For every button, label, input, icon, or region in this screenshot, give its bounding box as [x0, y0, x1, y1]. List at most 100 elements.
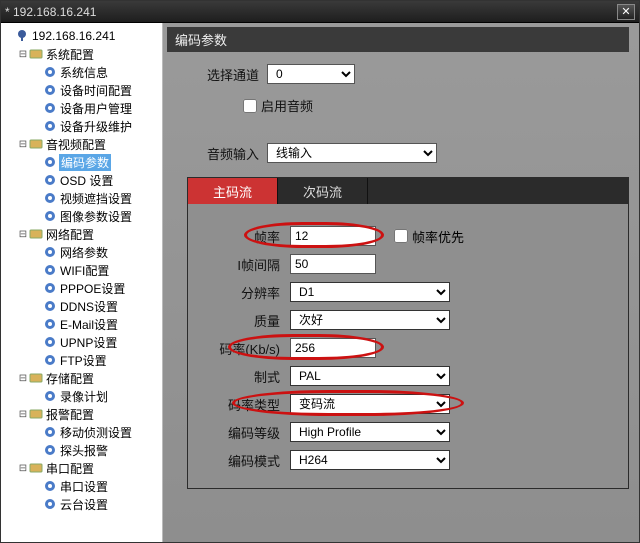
tree-label: 设备用户管理 — [59, 100, 133, 117]
twisty-icon: ⊟ — [17, 49, 29, 60]
gear-icon — [43, 389, 57, 403]
tree-label: E-Mail设置 — [59, 316, 119, 333]
window-title: * 192.168.16.241 — [5, 5, 617, 19]
tree-label: 报警配置 — [45, 406, 95, 423]
fps-priority-checkbox[interactable]: 帧率优先 — [394, 227, 464, 246]
tree-item-1-3[interactable]: 图像参数设置 — [3, 207, 162, 225]
tree-item-1-1[interactable]: OSD 设置 — [3, 171, 162, 189]
resolution-select[interactable]: D1 — [290, 282, 450, 302]
tree-label: 编码参数 — [59, 154, 111, 171]
gear-icon — [43, 119, 57, 133]
tree-label: 录像计划 — [59, 388, 109, 405]
tree-label: 视频遮挡设置 — [59, 190, 133, 207]
tree-item-2-2[interactable]: PPPOE设置 — [3, 279, 162, 297]
tree-label: 串口配置 — [45, 460, 95, 477]
tree-item-0-2[interactable]: 设备用户管理 — [3, 99, 162, 117]
gear-icon — [43, 281, 57, 295]
iframe-label: I帧间隔 — [192, 255, 280, 274]
tree-group-0[interactable]: ⊟ 系统配置 — [3, 45, 162, 63]
tree-item-5-1[interactable]: 云台设置 — [3, 495, 162, 513]
audio-input-label: 音频输入 — [203, 144, 259, 163]
tree-item-2-3[interactable]: DDNS设置 — [3, 297, 162, 315]
tree-label: WIFI配置 — [59, 262, 110, 279]
tree-group-3[interactable]: ⊟存储配置 — [3, 369, 162, 387]
enable-audio-label: 启用音频 — [261, 96, 313, 115]
tree-group-2[interactable]: ⊟ 网络配置 — [3, 225, 162, 243]
tree-item-2-4[interactable]: E-Mail设置 — [3, 315, 162, 333]
gear-icon — [43, 173, 57, 187]
gear-icon — [43, 65, 57, 79]
main-panel: 编码参数 选择通道 0 启用音频 音频输入 线输入 主码流 次码流 — [163, 23, 639, 542]
tree-item-0-3[interactable]: 设备升级维护 — [3, 117, 162, 135]
tree-item-4-0[interactable]: 移动侦测设置 — [3, 423, 162, 441]
gear-icon — [43, 425, 57, 439]
gear-icon — [43, 479, 57, 493]
enable-audio-checkbox[interactable]: 启用音频 — [243, 96, 313, 115]
codec-label: 编码模式 — [192, 451, 280, 470]
tree-label: 云台设置 — [59, 496, 109, 513]
gear-icon — [43, 335, 57, 349]
tree-label: UPNP设置 — [59, 334, 118, 351]
twisty-icon: ⊟ — [17, 229, 29, 240]
tree-item-2-6[interactable]: FTP设置 — [3, 351, 162, 369]
gear-icon — [43, 209, 57, 223]
fps-row: 帧率 帧率优先 — [192, 226, 620, 246]
enable-audio-input[interactable] — [243, 99, 257, 113]
twisty-icon: ⊟ — [17, 139, 29, 150]
bitrate-row: 码率(Kb/s) — [192, 338, 620, 358]
tree-label: 图像参数设置 — [59, 208, 133, 225]
tree-group-5[interactable]: ⊟串口配置 — [3, 459, 162, 477]
tree-label: 设备时间配置 — [59, 82, 133, 99]
tree-label: 设备升级维护 — [59, 118, 133, 135]
channel-row: 选择通道 0 — [203, 64, 633, 84]
audio-input-select[interactable]: 线输入 — [267, 143, 437, 163]
tree-item-2-0[interactable]: 网络参数 — [3, 243, 162, 261]
ratetype-select[interactable]: 变码流 — [290, 394, 450, 414]
gear-icon — [43, 263, 57, 277]
tab-sub-stream[interactable]: 次码流 — [278, 178, 368, 204]
folder-icon — [29, 47, 43, 61]
gear-icon — [43, 497, 57, 511]
quality-select[interactable]: 次好 — [290, 310, 450, 330]
tree-group-4[interactable]: ⊟ 报警配置 — [3, 405, 162, 423]
quality-row: 质量 次好 — [192, 310, 620, 330]
profile-select[interactable]: High Profile — [290, 422, 450, 442]
profile-row: 编码等级 High Profile — [192, 422, 620, 442]
tree-item-2-1[interactable]: WIFI配置 — [3, 261, 162, 279]
bitrate-input[interactable] — [290, 338, 376, 358]
codec-select[interactable]: H264 — [290, 450, 450, 470]
tree-item-2-5[interactable]: UPNP设置 — [3, 333, 162, 351]
app-window: * 192.168.16.241 ✕ 192.168.16.241 ⊟ 系统配置系统… — [0, 0, 640, 543]
twisty-icon: ⊟ — [17, 409, 29, 420]
iframe-input[interactable] — [290, 254, 376, 274]
tree-item-3-0[interactable]: 录像计划 — [3, 387, 162, 405]
folder-icon — [29, 137, 43, 151]
encoder-box: 主码流 次码流 帧率 帧率优先 I帧间隔 — [187, 177, 629, 489]
bitrate-label: 码率(Kb/s) — [192, 339, 280, 358]
tree-item-4-1[interactable]: 探头报警 — [3, 441, 162, 459]
folder-icon — [29, 461, 43, 475]
tree-group-1[interactable]: ⊟ 音视频配置 — [3, 135, 162, 153]
tree-item-0-1[interactable]: 设备时间配置 — [3, 81, 162, 99]
tree-label: 串口设置 — [59, 478, 109, 495]
tree-item-1-2[interactable]: 视频遮挡设置 — [3, 189, 162, 207]
channel-select[interactable]: 0 — [267, 64, 355, 84]
tree-label: 音视频配置 — [45, 136, 107, 153]
tree-item-5-0[interactable]: 串口设置 — [3, 477, 162, 495]
standard-select[interactable]: PAL — [290, 366, 450, 386]
codec-row: 编码模式 H264 — [192, 450, 620, 470]
panel-title: 编码参数 — [167, 27, 629, 52]
tree-item-0-0[interactable]: 系统信息 — [3, 63, 162, 81]
fps-input[interactable] — [290, 226, 376, 246]
fps-priority-input[interactable] — [394, 229, 408, 243]
tree-label: 系统配置 — [45, 46, 95, 63]
tree-label: 网络配置 — [45, 226, 95, 243]
tree-item-1-0[interactable]: 编码参数 — [3, 153, 162, 171]
sidebar-tree[interactable]: 192.168.16.241 ⊟ 系统配置系统信息设备时间配置设备用户管理设备升级维… — [1, 23, 163, 542]
camera-icon — [15, 29, 29, 43]
tree-label: 网络参数 — [59, 244, 109, 261]
tree-root[interactable]: 192.168.16.241 — [3, 27, 162, 45]
tab-main-stream[interactable]: 主码流 — [188, 178, 278, 204]
close-button[interactable]: ✕ — [617, 4, 635, 20]
encoder-form: 帧率 帧率优先 I帧间隔 分辨率 D1 — [188, 204, 628, 488]
